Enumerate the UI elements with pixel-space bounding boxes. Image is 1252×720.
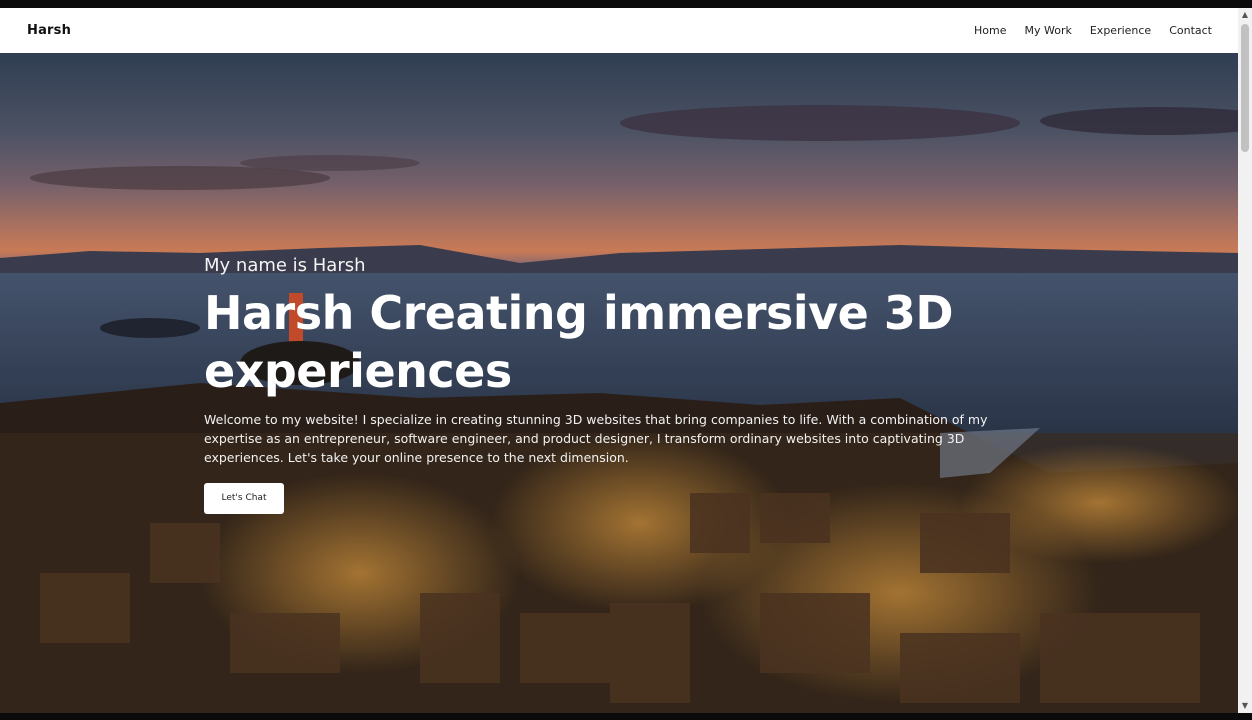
nav-link-my-work[interactable]: My Work (1025, 24, 1072, 37)
hero-description: Welcome to my website! I specialize in c… (204, 412, 988, 465)
nav-link-home[interactable]: Home (974, 24, 1006, 37)
nav-link-contact[interactable]: Contact (1169, 24, 1212, 37)
bottom-frame (0, 713, 1252, 720)
nav-link-experience[interactable]: Experience (1090, 24, 1151, 37)
navbar: Harsh Home My Work Experience Contact (0, 8, 1238, 53)
brand-logo[interactable]: Harsh (27, 23, 71, 38)
hero-headline: Harsh Creating immersive 3D experiences (204, 286, 954, 398)
scroll-thumb[interactable] (1241, 24, 1249, 152)
hero-eyebrow: My name is Harsh (204, 255, 366, 276)
nav-links: Home My Work Experience Contact (974, 24, 1212, 37)
scroll-up-icon[interactable]: ▲ (1238, 8, 1252, 22)
hero-section: My name is Harsh Harsh Creating immersiv… (0, 53, 1238, 713)
browser-viewport: Harsh Home My Work Experience Contact My… (0, 0, 1252, 720)
vertical-scrollbar[interactable]: ▲ ▼ (1238, 8, 1252, 713)
lets-chat-button[interactable]: Let's Chat (204, 483, 284, 514)
top-frame (0, 0, 1252, 8)
hero-content: My name is Harsh Harsh Creating immersiv… (204, 255, 1034, 514)
scroll-down-icon[interactable]: ▼ (1238, 699, 1252, 713)
